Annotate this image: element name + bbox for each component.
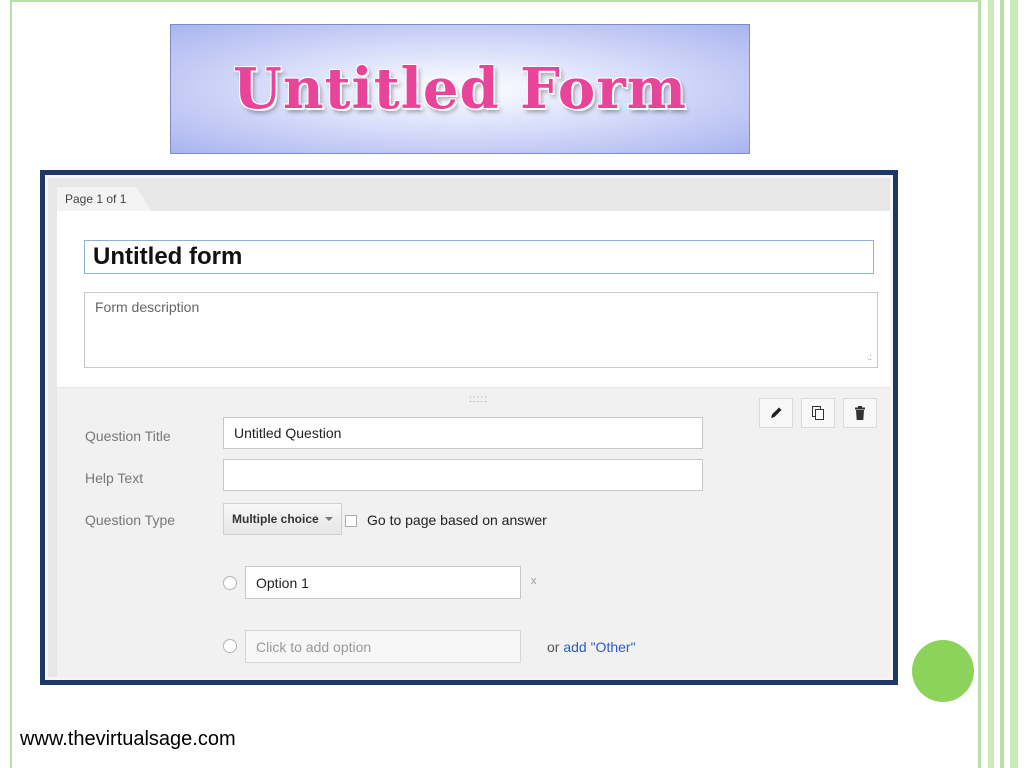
add-other-link[interactable]: add "Other" [563,639,635,655]
question-type-value: Multiple choice [232,512,319,526]
question-title-label: Question Title [85,428,171,444]
help-text-label: Help Text [85,470,144,486]
form-title-input[interactable]: Untitled form [84,240,874,274]
edit-icon [771,407,782,418]
decor-stripe [1000,0,1004,768]
remove-option-button[interactable]: x [531,575,537,587]
form-description-input[interactable]: Form description .: [84,292,878,368]
new-option-radio-icon [223,639,237,653]
question-type-select[interactable]: Multiple choice [223,503,342,535]
decor-stripe [978,0,981,768]
resize-handle-icon[interactable]: .: [867,352,871,363]
drag-handle-icon[interactable]: ::::: [469,394,488,405]
option1-radio-icon [223,576,237,590]
duplicate-icon [812,406,824,420]
question-type-label: Question Type [85,512,176,528]
add-option-input[interactable]: Click to add option [245,630,521,663]
chevron-down-icon [324,517,333,521]
description-placeholder: Form description [95,299,200,315]
slide-top-border [10,0,980,2]
form-editor: Page 1 of 1 Untitled form Form descripti… [45,175,893,680]
page-indicator-tab[interactable]: Page 1 of 1 [57,187,153,211]
question-editor: ::::: Question Title Untitled Question H… [57,388,890,677]
slide-title: Untitled Form [233,56,687,122]
form-screenshot-frame: Page 1 of 1 Untitled form Form descripti… [40,170,898,685]
page-tab-strip [57,187,890,211]
delete-button[interactable] [843,398,877,428]
option1-input[interactable]: Option 1 [245,566,521,599]
footer-url: www.thevirtualsage.com [20,728,236,750]
delete-icon [855,406,865,420]
slide-left-border [10,0,12,768]
or-text: or add "Other" [547,639,636,655]
help-text-input[interactable] [223,459,703,491]
goto-page-label[interactable]: Go to page based on answer [367,512,547,528]
goto-page-checkbox[interactable] [345,515,357,527]
duplicate-button[interactable] [801,398,835,428]
edit-button[interactable] [759,398,793,428]
question-title-input[interactable]: Untitled Question [223,417,703,449]
decor-stripe [988,0,994,768]
decor-circle [912,640,974,702]
title-banner: Untitled Form [170,24,750,154]
or-label: or [547,639,560,655]
decor-stripe [1010,0,1018,768]
